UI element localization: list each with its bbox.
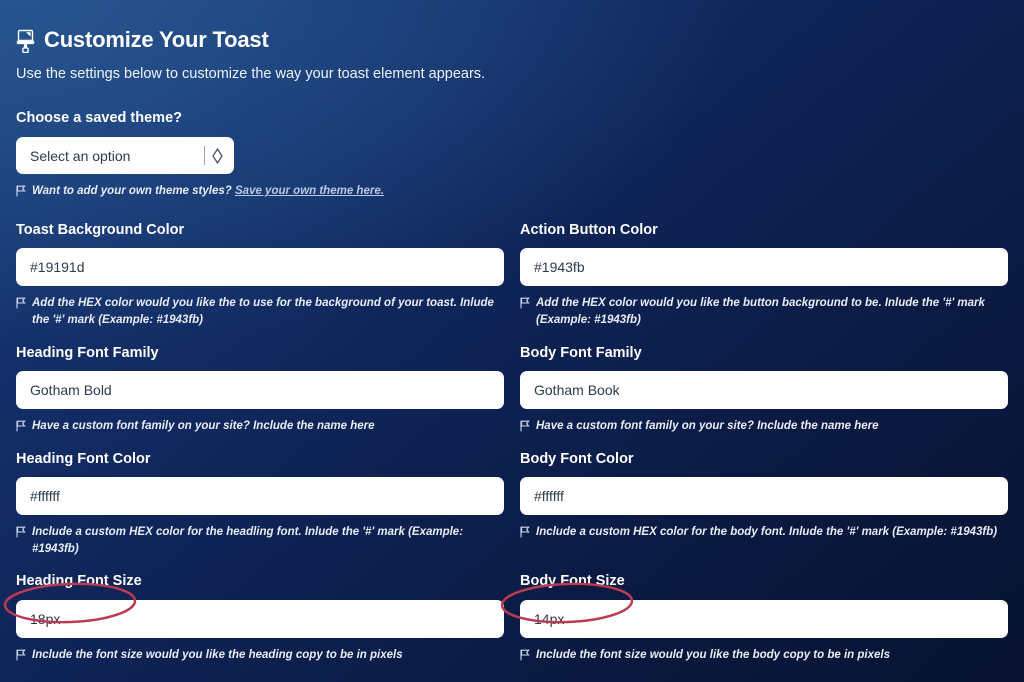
field-action-button-color: Action Button Color #1943fb Add the HEX …	[520, 222, 1008, 329]
saved-theme-field: Choose a saved theme? Select an option W…	[16, 110, 1008, 200]
settings-grid: Toast Background Color #19191d Add the H…	[16, 222, 1008, 680]
field-hint: Add the HEX color would you like the but…	[520, 295, 1008, 328]
page-header: Customize Your Toast	[16, 28, 1008, 53]
saved-theme-hint: Want to add your own theme styles? Save …	[16, 183, 1008, 200]
field-label: Body Font Family	[520, 344, 642, 361]
field-hint: Include the font size would you like the…	[520, 647, 1008, 664]
field-label: Action Button Color	[520, 221, 658, 238]
field-label: Body Font Color	[520, 450, 634, 467]
customize-toast-page: Customize Your Toast Use the settings be…	[0, 0, 1024, 682]
field-hint: Have a custom font family on your site? …	[520, 418, 1008, 435]
page-title: Customize Your Toast	[44, 27, 269, 53]
body-font-size-input[interactable]: 14px	[520, 599, 1008, 638]
field-label: Toast Background Color	[16, 221, 185, 238]
field-label: Heading Font Family	[16, 344, 159, 361]
heading-font-size-input[interactable]: 18px	[16, 599, 504, 638]
field-hint-text: Include a custom HEX color for the headl…	[32, 526, 464, 555]
field-heading-font-color: Heading Font Color #ffffff Include a cus…	[16, 451, 504, 558]
field-label: Heading Font Color	[16, 450, 151, 467]
field-hint: Include the font size would you like the…	[16, 647, 504, 664]
heading-font-family-input[interactable]: Gotham Bold	[16, 371, 504, 410]
field-label: Heading Font Size	[16, 573, 142, 590]
saved-theme-label: Choose a saved theme?	[16, 109, 182, 126]
flag-icon	[520, 526, 530, 538]
flag-icon	[16, 526, 26, 538]
chevron-up-down-icon	[212, 147, 223, 164]
paint-brush-icon	[16, 29, 35, 53]
flag-icon	[16, 420, 26, 432]
saved-theme-indicator[interactable]	[204, 137, 224, 174]
field-body-font-color: Body Font Color #ffffff Include a custom…	[520, 451, 1008, 558]
field-body-font-family: Body Font Family Gotham Book Have a cust…	[520, 345, 1008, 435]
field-hint-text: Add the HEX color would you like the but…	[536, 297, 985, 326]
field-hint: Add the HEX color would you like the to …	[16, 295, 504, 328]
select-divider	[204, 146, 205, 166]
action-button-color-input[interactable]: #1943fb	[520, 248, 1008, 287]
field-hint-text: Include a custom HEX color for the body …	[536, 526, 998, 539]
field-body-font-size: Body Font Size 14px Include the font siz…	[520, 573, 1008, 663]
heading-font-color-input[interactable]: #ffffff	[16, 477, 504, 516]
flag-icon	[16, 297, 26, 309]
flag-icon	[520, 420, 530, 432]
field-hint: Include a custom HEX color for the body …	[520, 524, 1008, 541]
flag-icon	[16, 185, 26, 197]
toast-background-color-input[interactable]: #19191d	[16, 248, 504, 287]
body-font-color-input[interactable]: #ffffff	[520, 477, 1008, 516]
field-heading-font-size: Heading Font Size 18px Include the font …	[16, 573, 504, 663]
field-hint: Have a custom font family on your site? …	[16, 418, 504, 435]
field-hint-text: Add the HEX color would you like the to …	[32, 297, 494, 326]
flag-icon	[520, 649, 530, 661]
field-hint-text: Include the font size would you like the…	[536, 648, 890, 661]
field-toast-background-color: Toast Background Color #19191d Add the H…	[16, 222, 504, 329]
flag-icon	[16, 649, 26, 661]
flag-icon	[520, 297, 530, 309]
body-font-family-input[interactable]: Gotham Book	[520, 371, 1008, 410]
page-subtitle: Use the settings below to customize the …	[16, 66, 486, 82]
save-theme-link[interactable]: Save your own theme here.	[235, 185, 384, 197]
saved-theme-hint-text: Want to add your own theme styles? Save …	[32, 183, 384, 200]
field-hint-text: Have a custom font family on your site? …	[536, 420, 879, 433]
field-heading-font-family: Heading Font Family Gotham Bold Have a c…	[16, 345, 504, 435]
saved-theme-select[interactable]: Select an option	[16, 137, 234, 175]
field-label: Body Font Size	[520, 573, 625, 590]
field-hint-text: Include the font size would you like the…	[32, 648, 403, 661]
field-hint: Include a custom HEX color for the headl…	[16, 524, 504, 557]
field-hint-text: Have a custom font family on your site? …	[32, 420, 375, 433]
saved-theme-selected-value: Select an option	[30, 147, 131, 164]
saved-theme-hint-copy: Want to add your own theme styles?	[32, 185, 232, 198]
